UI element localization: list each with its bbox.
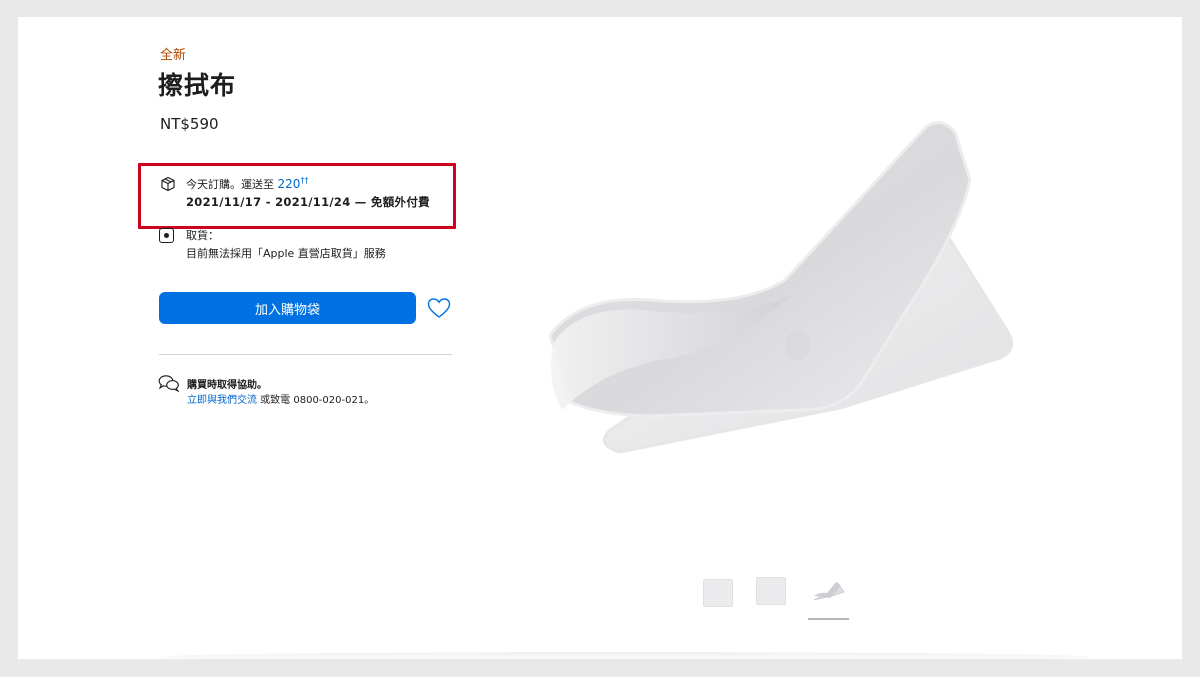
product-title: 擦拭布 xyxy=(158,71,237,100)
delivery-zip-link[interactable]: 220†† xyxy=(278,176,309,191)
product-image-cloth xyxy=(548,120,1014,454)
delivery-prefix: 今天訂購。運送至 xyxy=(186,178,274,191)
phone-text: 或致電 0800-020-021。 xyxy=(257,395,375,406)
chat-bubbles-icon xyxy=(158,375,180,392)
zip-code[interactable]: 220 xyxy=(278,177,301,191)
bottom-shadow xyxy=(160,652,1090,662)
new-badge: 全新 xyxy=(160,48,187,63)
heart-icon[interactable] xyxy=(426,296,452,320)
section-divider xyxy=(159,354,452,355)
delivery-dates: 2021/11/17 - 2021/11/24 — 免額外付費 xyxy=(186,195,430,209)
box-icon xyxy=(161,176,175,192)
zip-footnote-mark: †† xyxy=(300,176,309,185)
pickup-status: 目前無法採用「Apple 直營店取貨」服務 xyxy=(186,247,386,260)
add-to-bag-button[interactable]: 加入購物袋 xyxy=(159,292,416,324)
chat-link[interactable]: 立即與我們交流 xyxy=(187,395,257,406)
product-price: NT$590 xyxy=(160,115,219,133)
delivery-info: 今天訂購。運送至 220†† xyxy=(186,176,308,192)
thumbnail-2[interactable] xyxy=(756,577,786,605)
help-contact: 立即與我們交流 或致電 0800-020-021。 xyxy=(187,391,374,406)
thumbnail-1[interactable] xyxy=(703,579,733,607)
help-title: 購買時取得協助。 xyxy=(187,380,267,391)
apple-store-icon xyxy=(159,228,174,243)
pickup-label: 取貨： xyxy=(186,229,219,242)
selected-thumbnail-indicator xyxy=(808,618,849,620)
thumbnail-3[interactable] xyxy=(812,578,846,604)
